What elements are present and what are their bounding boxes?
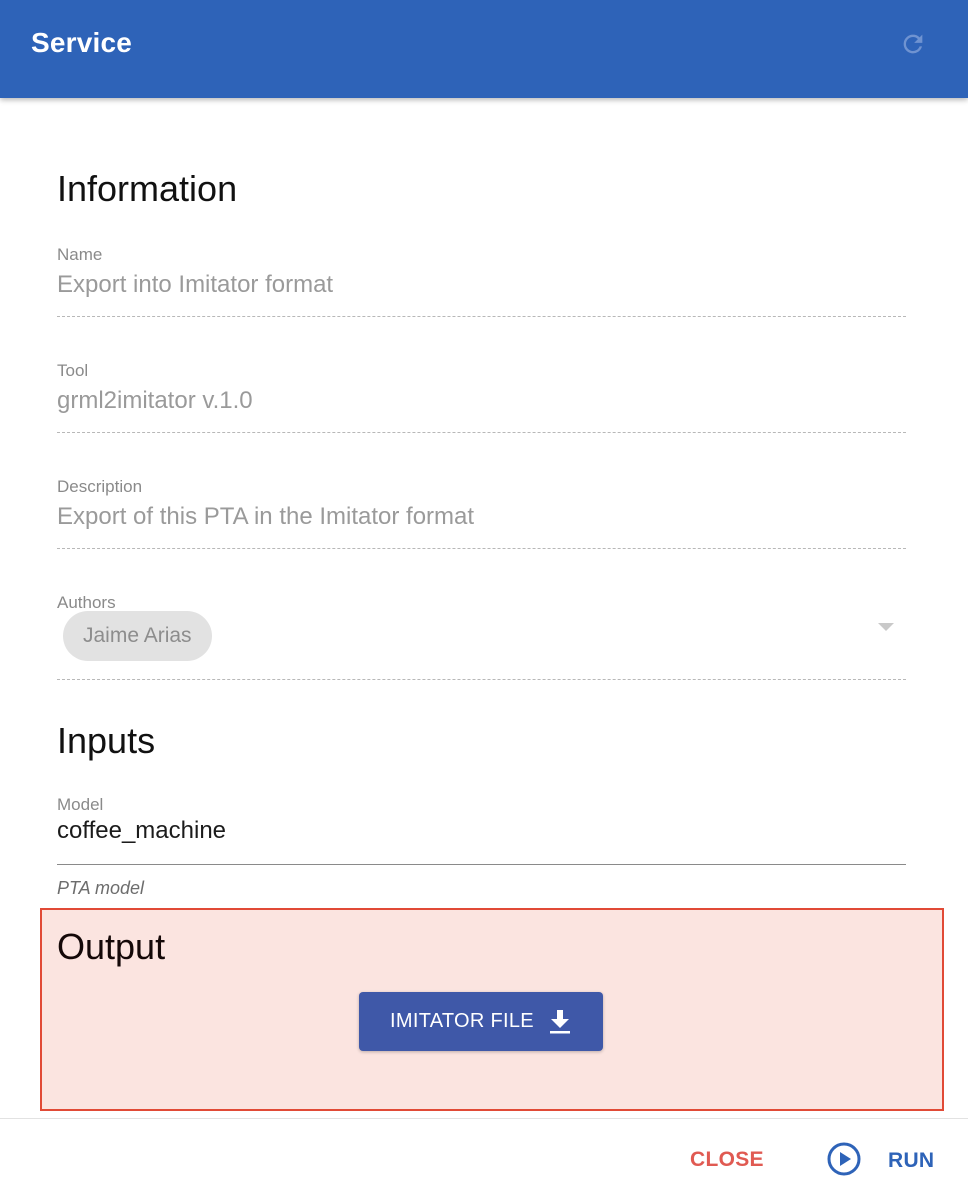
name-value: Export into Imitator format — [57, 271, 334, 298]
model-input[interactable]: coffee_machine — [57, 817, 226, 845]
close-button[interactable]: CLOSE — [690, 1148, 764, 1172]
authors-label: Authors — [57, 593, 116, 612]
authors-underline — [57, 679, 906, 680]
description-underline — [57, 548, 906, 549]
model-label: Model — [57, 795, 104, 814]
chevron-down-icon — [878, 623, 894, 631]
download-button-label: IMITATOR FILE — [390, 1010, 534, 1032]
run-label: RUN — [888, 1149, 935, 1172]
tool-label: Tool — [57, 361, 89, 380]
run-button[interactable]: RUN — [826, 1142, 934, 1180]
tool-underline — [57, 432, 906, 433]
name-label: Name — [57, 245, 103, 264]
tool-field: Tool grml2imitator v.1.0 — [57, 361, 906, 436]
imitator-file-download-button[interactable]: IMITATOR FILE — [359, 992, 603, 1051]
description-label: Description — [57, 477, 143, 496]
description-field: Description Export of this PTA in the Im… — [57, 477, 906, 552]
tool-value: grml2imitator v.1.0 — [57, 387, 253, 414]
model-underline — [57, 864, 906, 865]
footer-divider — [0, 1118, 968, 1119]
output-heading: Output — [57, 926, 166, 967]
model-helper-text: PTA model — [57, 878, 145, 898]
author-chip: Jaime Arias — [63, 611, 212, 661]
model-field[interactable]: Model coffee_machine — [57, 795, 906, 870]
name-field: Name Export into Imitator format — [57, 245, 906, 320]
authors-field: Authors Jaime Arias — [57, 593, 906, 683]
inputs-heading: Inputs — [57, 720, 156, 761]
name-underline — [57, 316, 906, 317]
refresh-icon — [899, 30, 927, 63]
information-heading: Information — [57, 168, 238, 209]
description-value: Export of this PTA in the Imitator forma… — [57, 503, 475, 530]
output-section: Output IMITATOR FILE — [40, 908, 944, 1111]
app-bar: Service — [0, 0, 968, 98]
refresh-button[interactable] — [896, 29, 930, 63]
page-title: Service — [31, 27, 133, 58]
play-circle-icon — [826, 1141, 862, 1182]
download-icon — [548, 1009, 572, 1035]
